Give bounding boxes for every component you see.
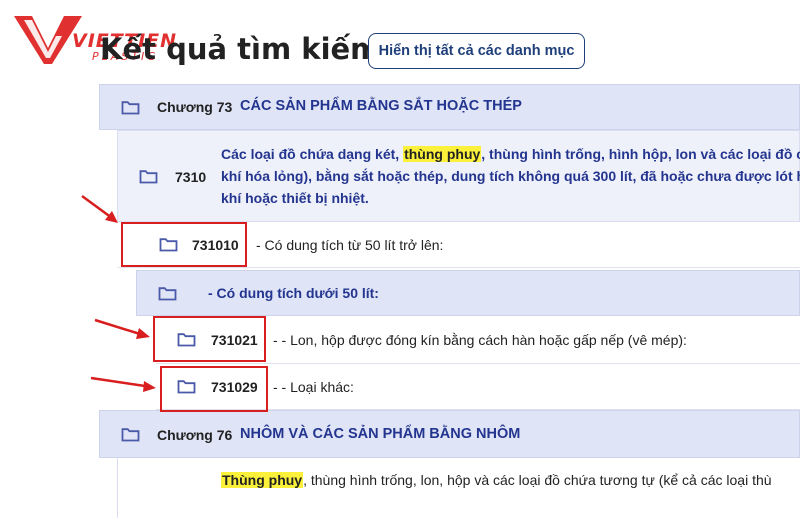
show-all-categories-button[interactable]: Hiển thị tất cả các danh mục xyxy=(368,33,585,69)
folder-icon xyxy=(139,169,158,184)
item-description: - Có dung tích từ 50 lít trở lên: xyxy=(256,237,444,253)
folder-icon xyxy=(121,427,140,442)
chapter-title[interactable]: NHÔM VÀ CÁC SẢN PHẨM BẰNG NHÔM xyxy=(240,426,520,442)
annotation-box-731029 xyxy=(160,366,268,412)
annotation-box-731010 xyxy=(121,222,247,267)
search-highlight: thùng phuy xyxy=(403,146,482,162)
folder-icon xyxy=(158,286,177,301)
search-highlight: Thùng phuy xyxy=(221,472,304,488)
page-title: Kết quả tìm kiếm xyxy=(100,32,381,66)
annotation-box-731021 xyxy=(153,316,266,362)
group-label: - Có dung tích dưới 50 lít: xyxy=(208,285,379,301)
heading-description[interactable]: Thùng phuy, thùng hình trống, lon, hộp v… xyxy=(221,469,772,491)
annotation-arrow-icon xyxy=(81,194,118,223)
item-description: - - Lon, hộp được đóng kín bằng cách hàn… xyxy=(273,332,687,348)
chapter-title[interactable]: CÁC SẢN PHẨM BẰNG SẮT HOẶC THÉP xyxy=(240,98,522,114)
group-row-under-50l[interactable]: - Có dung tích dưới 50 lít: xyxy=(136,270,800,316)
heading-code: 7310 xyxy=(175,169,207,185)
folder-icon xyxy=(121,100,140,115)
chapter-label: Chương 73 xyxy=(157,99,233,115)
heading-description[interactable]: Các loại đồ chứa dạng két, thùng phuy, t… xyxy=(221,143,800,209)
heading-row-7310[interactable]: 7310 Các loại đồ chứa dạng két, thùng ph… xyxy=(117,130,800,222)
item-description: - - Loại khác: xyxy=(273,379,354,395)
annotation-arrow-icon xyxy=(90,376,156,392)
chapter-label: Chương 76 xyxy=(157,427,233,443)
chapter-row-76[interactable]: Chương 76 NHÔM VÀ CÁC SẢN PHẨM BẰNG NHÔM xyxy=(99,410,800,458)
heading-row-7612[interactable]: Thùng phuy, thùng hình trống, lon, hộp v… xyxy=(117,458,800,518)
annotation-arrow-icon xyxy=(94,318,150,339)
chapter-row-73[interactable]: Chương 73 CÁC SẢN PHẨM BẰNG SẮT HOẶC THÉ… xyxy=(99,84,800,130)
